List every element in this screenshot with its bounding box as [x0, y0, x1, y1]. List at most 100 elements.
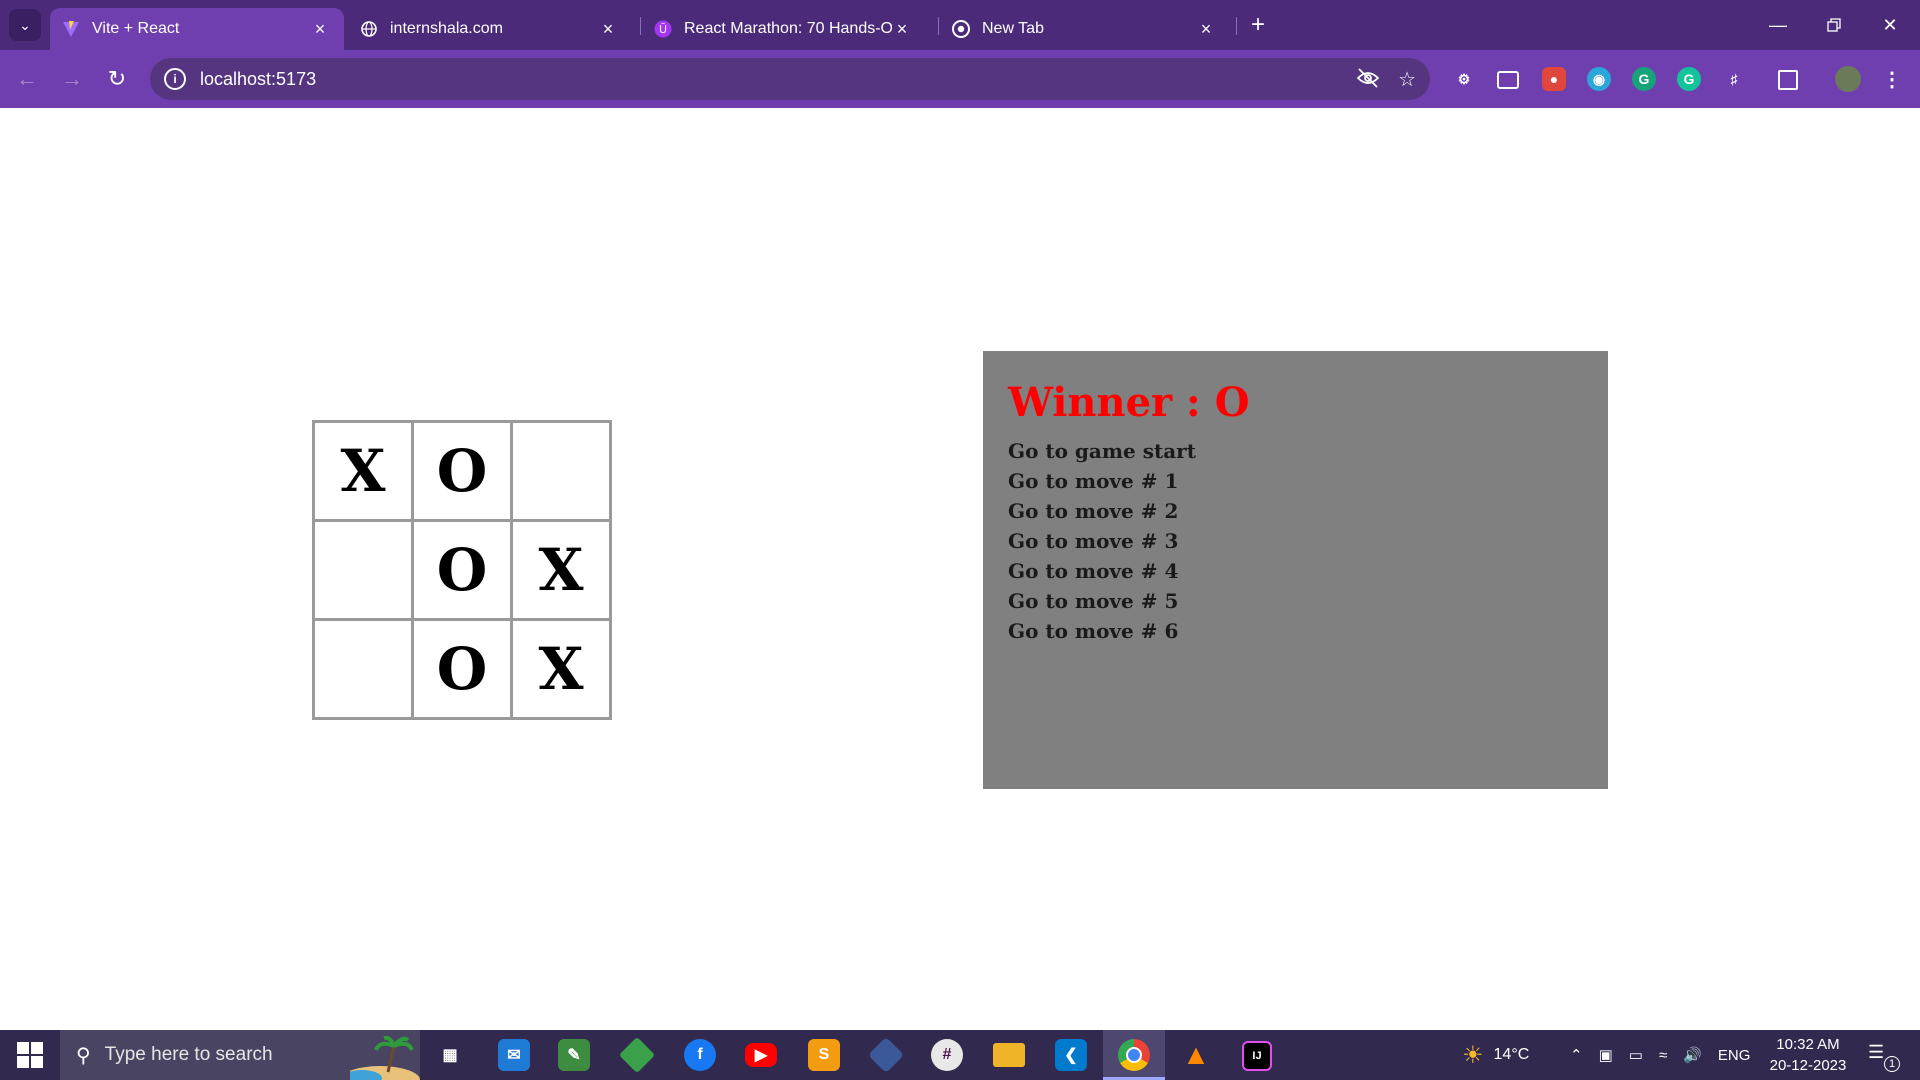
- battery-icon[interactable]: ▭: [1629, 1046, 1643, 1064]
- close-tab-icon[interactable]: ×: [310, 19, 330, 40]
- facebook-icon[interactable]: f: [684, 1039, 716, 1071]
- restore-button[interactable]: [1814, 8, 1854, 42]
- tab-search-button[interactable]: ⌄: [9, 9, 41, 41]
- extension-red-icon[interactable]: ●: [1542, 67, 1566, 91]
- weather-widget[interactable]: ☀ 14°C: [1462, 1030, 1529, 1080]
- tab-title: Vite + React: [92, 20, 180, 37]
- game-info-panel: Winner : O Go to game start Go to move #…: [983, 351, 1608, 789]
- vlc-icon[interactable]: ▲: [1180, 1039, 1212, 1071]
- move-item-1[interactable]: Go to move # 1: [1008, 466, 1196, 496]
- move-item-2[interactable]: Go to move # 2: [1008, 496, 1196, 526]
- clock-date: 20-12-2023: [1769, 1057, 1847, 1074]
- move-item-3[interactable]: Go to move # 3: [1008, 526, 1196, 556]
- svg-text:Ū: Ū: [659, 23, 667, 36]
- grammarly-icon[interactable]: G: [1632, 67, 1656, 91]
- close-icon: ✕: [1882, 14, 1898, 35]
- address-url[interactable]: localhost:5173: [200, 69, 316, 90]
- gitkraken-icon[interactable]: [867, 1036, 905, 1074]
- taskbar-clock[interactable]: 10:32 AM 20-12-2023: [1758, 1034, 1858, 1076]
- taskbar-search-box[interactable]: ⚲ Type here to search: [60, 1030, 420, 1080]
- beach-illustration-icon: [350, 1036, 420, 1080]
- windows-logo-icon: [17, 1042, 29, 1054]
- vscode-icon[interactable]: ❮: [1055, 1039, 1087, 1071]
- tab-new-tab[interactable]: New Tab ×: [940, 8, 1230, 50]
- meet-now-icon[interactable]: ▣: [1599, 1046, 1613, 1064]
- move-item-6[interactable]: Go to move # 6: [1008, 616, 1196, 646]
- extensions-puzzle-icon[interactable]: ♯: [1722, 67, 1746, 91]
- square-3[interactable]: [312, 519, 414, 621]
- move-item-4[interactable]: Go to move # 4: [1008, 556, 1196, 586]
- square-1[interactable]: O: [411, 420, 513, 522]
- arrow-left-icon: ←: [16, 66, 38, 91]
- close-tab-icon[interactable]: ×: [598, 19, 618, 40]
- bookmark-star-icon[interactable]: ☆: [1398, 67, 1416, 95]
- browser-toolbar: ← → ↻ i localhost:5173 ☆ ⚙ ● ◉ G G ♯ ⋮: [0, 50, 1920, 108]
- task-view-icon[interactable]: ▦: [434, 1039, 466, 1071]
- plus-icon: +: [1250, 11, 1265, 38]
- chevron-up-icon[interactable]: ⌃: [1570, 1046, 1583, 1064]
- reload-icon: ↻: [107, 66, 127, 91]
- slack-icon[interactable]: #: [931, 1039, 963, 1071]
- extension-eye-icon[interactable]: ◉: [1587, 67, 1611, 91]
- tab-react-marathon[interactable]: Ū React Marathon: 70 Hands-On Projects ×: [642, 8, 926, 50]
- course-icon: Ū: [654, 20, 672, 38]
- site-info-icon[interactable]: i: [164, 68, 186, 90]
- tab-title: React Marathon: 70 Hands-On Projects: [684, 20, 892, 37]
- system-tray: ⌃ ▣ ▭ ≈ 🔊 ENG: [1570, 1030, 1750, 1080]
- close-tab-icon[interactable]: ×: [892, 19, 912, 40]
- chrome-taskbar-icon[interactable]: [1118, 1039, 1150, 1071]
- square-8[interactable]: X: [510, 618, 612, 720]
- notification-center-icon[interactable]: ☰ 1: [1868, 1042, 1900, 1072]
- square-6[interactable]: [312, 618, 414, 720]
- forward-button[interactable]: →: [55, 62, 89, 96]
- tab-vite-react[interactable]: Vite + React ×: [50, 8, 344, 50]
- start-button[interactable]: [10, 1040, 50, 1070]
- chrome-icon: [952, 20, 970, 38]
- clock-time: 10:32 AM: [1776, 1036, 1840, 1053]
- eye-off-icon[interactable]: [1356, 67, 1380, 95]
- square-4[interactable]: O: [411, 519, 513, 621]
- extension-share-icon[interactable]: ⚙: [1452, 67, 1476, 91]
- youtube-icon[interactable]: ▶: [745, 1043, 777, 1067]
- game-board: X O O X O X: [312, 420, 612, 720]
- tab-separator: [938, 17, 939, 35]
- tab-separator: [640, 17, 641, 35]
- extension-screen-icon[interactable]: [1497, 71, 1519, 89]
- profile-avatar[interactable]: [1835, 66, 1861, 92]
- tab-title: internshala.com: [390, 20, 503, 37]
- square-5[interactable]: X: [510, 519, 612, 621]
- address-bar[interactable]: i localhost:5173 ☆: [150, 58, 1430, 100]
- windows-taskbar: ⚲ Type here to search ▦ ✉ ✎ f ▶ S # ❮ ▲ …: [0, 1030, 1920, 1080]
- square-7[interactable]: O: [411, 618, 513, 720]
- minimize-button[interactable]: —: [1758, 8, 1798, 42]
- notification-count: 1: [1884, 1056, 1900, 1072]
- move-history-list: Go to game start Go to move # 1 Go to mo…: [1008, 436, 1196, 646]
- square-0[interactable]: X: [312, 420, 414, 522]
- sublime-text-icon[interactable]: S: [808, 1039, 840, 1071]
- photo-editor-icon[interactable]: ✎: [558, 1039, 590, 1071]
- side-panel-icon[interactable]: [1778, 70, 1798, 90]
- square-2[interactable]: [510, 420, 612, 522]
- search-icon: ⚲: [76, 1044, 91, 1067]
- file-explorer-icon[interactable]: [993, 1043, 1025, 1067]
- tab-title: New Tab: [982, 20, 1044, 37]
- reload-button[interactable]: ↻: [100, 62, 134, 96]
- close-window-button[interactable]: ✕: [1870, 8, 1910, 42]
- menu-kebab-icon[interactable]: ⋮: [1880, 67, 1904, 91]
- move-item-start[interactable]: Go to game start: [1008, 436, 1196, 466]
- new-tab-button[interactable]: +: [1244, 11, 1272, 39]
- chevron-down-icon: ⌄: [19, 16, 31, 33]
- tab-internshala[interactable]: internshala.com ×: [348, 8, 632, 50]
- volume-icon[interactable]: 🔊: [1683, 1046, 1702, 1064]
- globe-icon: [360, 20, 378, 38]
- tab-strip: ⌄ Vite + React × internshala.com × Ū Rea…: [0, 0, 1920, 50]
- language-indicator[interactable]: ENG: [1718, 1047, 1751, 1064]
- mail-icon[interactable]: ✉: [498, 1039, 530, 1071]
- node-icon[interactable]: [618, 1036, 656, 1074]
- close-tab-icon[interactable]: ×: [1196, 19, 1216, 40]
- intellij-icon[interactable]: IJ: [1242, 1041, 1272, 1071]
- back-button[interactable]: ←: [10, 62, 44, 96]
- wifi-icon[interactable]: ≈: [1659, 1047, 1667, 1064]
- grammarly-go-icon[interactable]: G: [1677, 67, 1701, 91]
- move-item-5[interactable]: Go to move # 5: [1008, 586, 1196, 616]
